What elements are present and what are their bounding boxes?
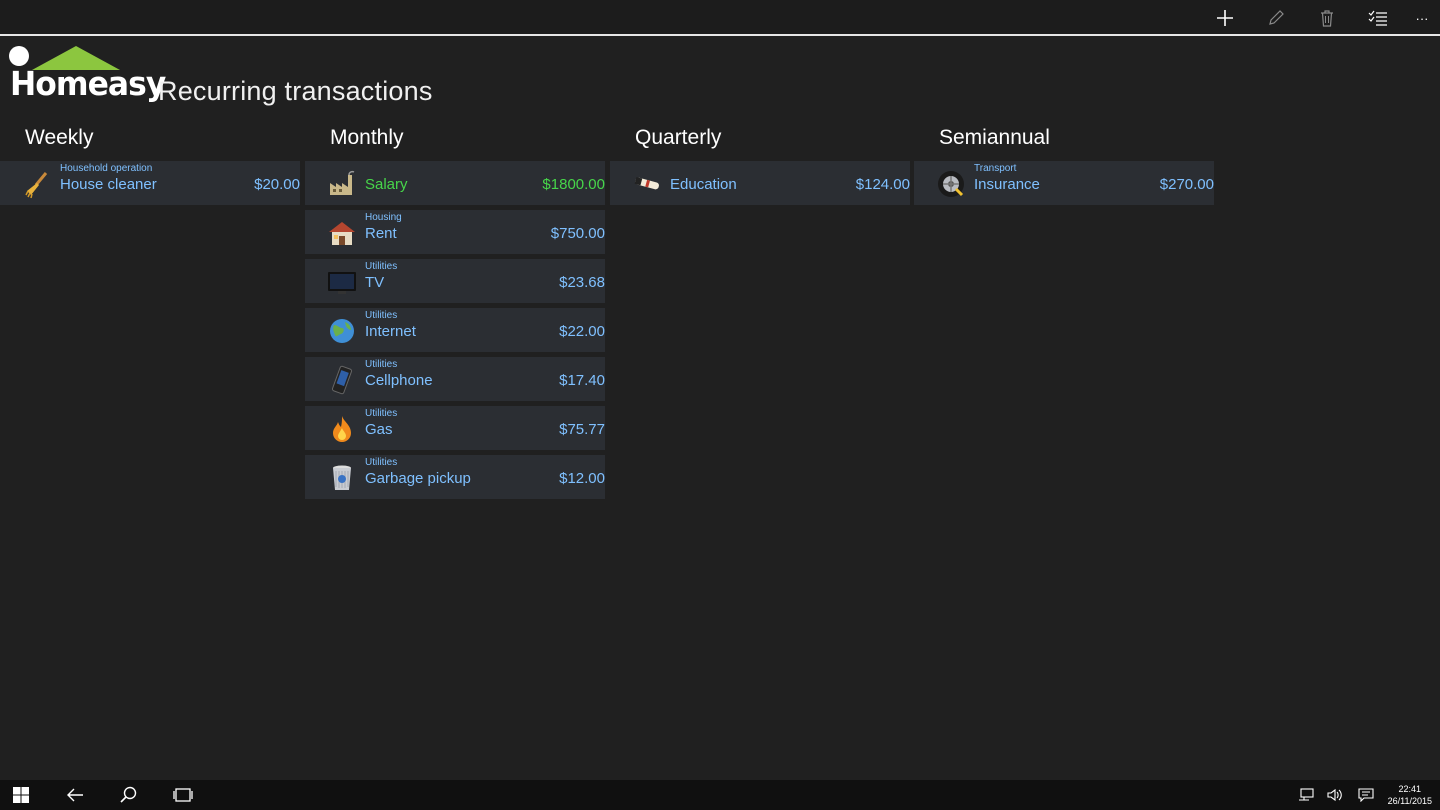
item-amount: $75.77 (559, 421, 605, 438)
item-name: TV (365, 274, 385, 291)
item-category: Household operation (60, 163, 153, 174)
cellphone-icon (327, 365, 357, 395)
item-category: Transport (974, 163, 1017, 174)
back-arrow-icon[interactable] (65, 785, 85, 805)
globe-icon (327, 316, 357, 346)
homeasy-logo: Homeasy (8, 44, 166, 112)
list-item[interactable]: Transport Insurance $270.00 (914, 161, 1214, 205)
taskbar: 22:41 26/11/2015 (0, 780, 1440, 810)
item-name: Internet (365, 323, 416, 340)
factory-icon (327, 169, 357, 199)
recycle-bin-icon (327, 463, 357, 493)
list-item[interactable]: Utilities TV $23.68 (305, 259, 605, 303)
item-name: Insurance (974, 176, 1040, 193)
item-name: House cleaner (60, 176, 157, 193)
list-item[interactable]: Utilities Gas $75.77 (305, 406, 605, 450)
item-name: Garbage pickup (365, 470, 471, 487)
delete-icon[interactable] (1314, 6, 1340, 30)
clock[interactable]: 22:41 26/11/2015 (1388, 783, 1432, 807)
item-category: Utilities (365, 310, 398, 321)
list-item[interactable]: Education $124.00 (610, 161, 910, 205)
item-name: Salary (365, 176, 408, 193)
item-name: Education (670, 176, 737, 193)
item-name: Gas (365, 421, 393, 438)
tv-icon (327, 267, 357, 297)
more-label: ··· (1415, 10, 1429, 26)
list-item[interactable]: Utilities Internet $22.00 (305, 308, 605, 352)
item-amount: $22.00 (559, 323, 605, 340)
list-item[interactable]: Salary $1800.00 (305, 161, 605, 205)
search-icon[interactable] (119, 785, 139, 805)
tire-icon (936, 169, 966, 199)
item-category: Utilities (365, 359, 398, 370)
item-amount: $17.40 (559, 372, 605, 389)
item-amount: $23.68 (559, 274, 605, 291)
item-amount: $124.00 (855, 176, 910, 193)
item-category: Utilities (365, 408, 398, 419)
clock-date: 26/11/2015 (1387, 796, 1432, 806)
page-title: Recurring transactions (158, 76, 433, 107)
logo-wordmark: Homeasy (10, 64, 166, 103)
item-category: Utilities (365, 457, 398, 468)
item-amount: $270.00 (1159, 176, 1214, 193)
select-list-icon[interactable] (1365, 6, 1391, 30)
edit-icon[interactable] (1263, 6, 1289, 30)
list-item[interactable]: Housing Rent $750.00 (305, 210, 605, 254)
command-bar: ··· (0, 0, 1440, 36)
action-center-icon[interactable] (1357, 785, 1375, 805)
broom-icon (22, 169, 52, 199)
item-amount: $1800.00 (542, 176, 605, 193)
list-item[interactable]: Utilities Garbage pickup $12.00 (305, 455, 605, 499)
column-title: Semiannual (939, 126, 1050, 149)
flame-icon (327, 414, 357, 444)
add-icon[interactable] (1212, 6, 1238, 30)
more-icon[interactable]: ··· (1409, 6, 1435, 30)
volume-icon[interactable] (1326, 785, 1344, 805)
column-title: Quarterly (635, 126, 722, 149)
windows-start-icon[interactable] (12, 785, 30, 805)
clock-time: 22:41 (1398, 784, 1422, 794)
list-item[interactable]: Utilities Cellphone $17.40 (305, 357, 605, 401)
column-title: Monthly (330, 126, 404, 149)
column-title: Weekly (25, 126, 94, 149)
item-amount: $12.00 (559, 470, 605, 487)
item-amount: $20.00 (254, 176, 300, 193)
network-icon[interactable] (1297, 785, 1315, 805)
item-amount: $750.00 (550, 225, 605, 242)
list-item[interactable]: Household operation House cleaner $20.00 (0, 161, 300, 205)
item-name: Rent (365, 225, 397, 242)
item-name: Cellphone (365, 372, 433, 389)
task-view-icon[interactable] (172, 785, 194, 805)
item-category: Housing (365, 212, 402, 223)
diploma-icon (632, 169, 662, 199)
item-category: Utilities (365, 261, 398, 272)
house-icon (327, 218, 357, 248)
